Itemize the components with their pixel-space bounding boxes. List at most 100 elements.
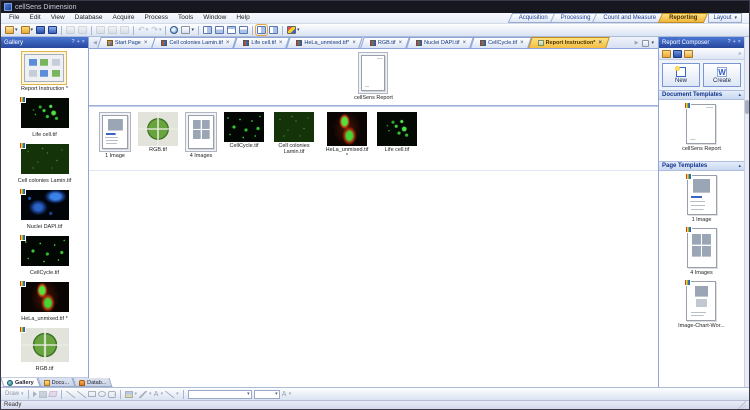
page-templates-header[interactable]: Page Templates ▴ xyxy=(659,161,744,171)
color-layers-button[interactable]: ▾ xyxy=(286,25,301,35)
workflow-count-and-measure[interactable]: Count and Measure xyxy=(594,13,665,23)
template-cellsens-report[interactable]: cellSens Report xyxy=(682,104,721,152)
collapse-icon[interactable]: ▴ xyxy=(738,92,741,98)
create-report-button[interactable]: Create xyxy=(703,63,741,87)
export-icon[interactable] xyxy=(684,50,693,58)
doc-tab-cell-colonies-lamin[interactable]: Cell colonies Lamin.tif× xyxy=(153,37,235,48)
image-thumbnail xyxy=(274,112,314,142)
chevron-down-icon[interactable]: ▾ xyxy=(651,41,654,46)
image-thumbnail xyxy=(21,282,69,312)
gallery-item-cellcycle[interactable]: CellCycle.tif xyxy=(18,233,72,276)
collapse-icon[interactable]: ▴ xyxy=(738,163,741,169)
close-icon[interactable]: × xyxy=(226,40,230,46)
doc-tab-nuclei-dapi[interactable]: Nuclei DAPI.tif× xyxy=(408,37,472,48)
close-icon[interactable]: × xyxy=(82,40,85,46)
doc-tab-rgb[interactable]: RGB.tif× xyxy=(362,37,408,48)
doc-tab-life-cell[interactable]: Life cell.tif× xyxy=(235,37,288,48)
report-item-cellcycle[interactable]: CellCycle.tif xyxy=(224,112,264,149)
document-templates-header[interactable]: Document Templates ▴ xyxy=(659,90,744,100)
close-icon[interactable]: × xyxy=(144,40,148,46)
cascade-button[interactable] xyxy=(238,25,249,35)
menu-view[interactable]: View xyxy=(46,13,70,23)
menu-tools[interactable]: Tools xyxy=(173,13,198,23)
close-icon[interactable]: × xyxy=(598,40,602,46)
template-1-image[interactable]: 1 Image xyxy=(687,175,717,223)
close-icon[interactable]: × xyxy=(352,40,356,46)
help-icon[interactable]: ? xyxy=(728,40,731,46)
report-document-label: cellSens Report xyxy=(354,95,393,101)
tab-label: Cell colonies Lamin.tif xyxy=(169,40,223,46)
menu-window[interactable]: Window xyxy=(198,13,231,23)
new-report-label: New xyxy=(675,78,687,84)
single-window-button[interactable] xyxy=(256,25,267,35)
report-item-1-image[interactable]: 1 Image xyxy=(99,112,131,159)
close-icon[interactable]: × xyxy=(738,40,741,46)
save-template-icon[interactable] xyxy=(673,50,682,58)
report-item-4-images[interactable]: 4 Images xyxy=(185,112,217,159)
layout-button[interactable]: Layout▾ xyxy=(708,13,742,23)
doc-tab-hela-unmixed[interactable]: HeLa_unmixed.tif*× xyxy=(288,37,361,48)
font-size-combo[interactable]: ▾ xyxy=(254,390,280,399)
menu-file[interactable]: File xyxy=(4,13,24,23)
close-icon[interactable]: × xyxy=(463,40,467,46)
help-icon[interactable]: ? xyxy=(72,40,75,46)
close-icon[interactable]: × xyxy=(279,40,283,46)
report-item-life-cell[interactable]: Life cell.tif xyxy=(377,112,417,153)
open-template-icon[interactable] xyxy=(662,50,671,58)
split-window-button[interactable] xyxy=(268,25,279,35)
tab-list-icon[interactable] xyxy=(642,40,649,47)
menu-database[interactable]: Database xyxy=(70,13,108,23)
report-page-button[interactable]: ▾ xyxy=(180,25,195,35)
tile-horizontal-button[interactable] xyxy=(214,25,225,35)
gallery-item-hela-unmixed[interactable]: HeLa_unmixed.tif * xyxy=(18,279,72,322)
tile-vertical-button[interactable] xyxy=(202,25,213,35)
gallery-item-cell-colonies-lamin[interactable]: Cell colonies Lamin.tif xyxy=(18,141,72,184)
template-image-chart-worksheet[interactable]: Image-Chart-Wor... xyxy=(678,281,725,329)
menu-edit[interactable]: Edit xyxy=(24,13,45,23)
doc-tab-report-instruction[interactable]: Report Instruction*× xyxy=(530,37,608,48)
tab-gallery[interactable]: Gallery xyxy=(2,378,39,387)
workflow-reporting[interactable]: Reporting xyxy=(660,13,706,23)
database-attach-icon xyxy=(78,26,87,34)
gallery-item-rgb[interactable]: RGB.tif xyxy=(18,325,72,372)
report-canvas-empty[interactable] xyxy=(89,171,658,387)
report-document-item[interactable]: cellSens Report xyxy=(354,52,393,101)
menu-help[interactable]: Help xyxy=(231,13,254,23)
undo-button: ↶▾ xyxy=(137,25,149,35)
polyline-icon xyxy=(77,391,86,398)
resize-grip-icon[interactable] xyxy=(738,401,746,409)
save-all-button[interactable] xyxy=(47,25,58,35)
font-family-combo[interactable]: ▾ xyxy=(188,390,252,399)
magnifier-button[interactable] xyxy=(169,25,179,35)
menu-process[interactable]: Process xyxy=(140,13,173,23)
overflow-icon[interactable]: » xyxy=(738,51,741,57)
tab-database[interactable]: Datab... xyxy=(74,378,111,387)
composer-scrollbar[interactable] xyxy=(744,37,749,387)
document-tab-bar: ◀ Start Page× Cell colonies Lamin.tif× L… xyxy=(89,37,658,49)
open-button[interactable]: ▾ xyxy=(20,25,35,35)
tab-scroll-right-icon[interactable]: ▶ xyxy=(633,38,641,48)
new-report-button[interactable]: New xyxy=(662,63,700,87)
menu-acquire[interactable]: Acquire xyxy=(108,13,140,23)
report-item-cell-colonies-lamin[interactable]: Cell colonies Lamin.tif xyxy=(271,112,317,155)
new-document-button[interactable]: ▾ xyxy=(4,25,19,35)
doc-tab-start-page[interactable]: Start Page× xyxy=(99,37,154,48)
gallery-item-report-instruction[interactable]: Report Instruction * xyxy=(21,51,68,92)
gallery-item-life-cell[interactable]: Life cell.tif xyxy=(18,95,72,138)
report-item-hela-unmixed[interactable]: HeLa_unmixed.tif * xyxy=(324,112,370,159)
pin-icon[interactable]: + xyxy=(733,40,736,46)
tab-label: RGB.tif xyxy=(378,40,396,46)
tile-rows-button[interactable] xyxy=(226,25,237,35)
close-icon[interactable]: × xyxy=(520,40,524,46)
tab-documents[interactable]: Docu... xyxy=(39,378,74,387)
report-item-rgb[interactable]: RGB.tif xyxy=(138,112,178,153)
template-4-images[interactable]: 4 Images xyxy=(687,228,717,276)
scrollbar-thumb[interactable] xyxy=(745,100,749,114)
gallery-item-nuclei-dapi[interactable]: Nuclei DAPI.tif xyxy=(18,187,72,230)
save-button[interactable] xyxy=(35,25,46,35)
report-item-label: 1 Image xyxy=(105,153,125,159)
close-icon[interactable]: × xyxy=(399,40,403,46)
doc-tab-cellcycle[interactable]: CellCycle.tif× xyxy=(472,37,530,48)
pin-icon[interactable]: + xyxy=(77,40,80,46)
image-doc-icon xyxy=(296,40,302,46)
